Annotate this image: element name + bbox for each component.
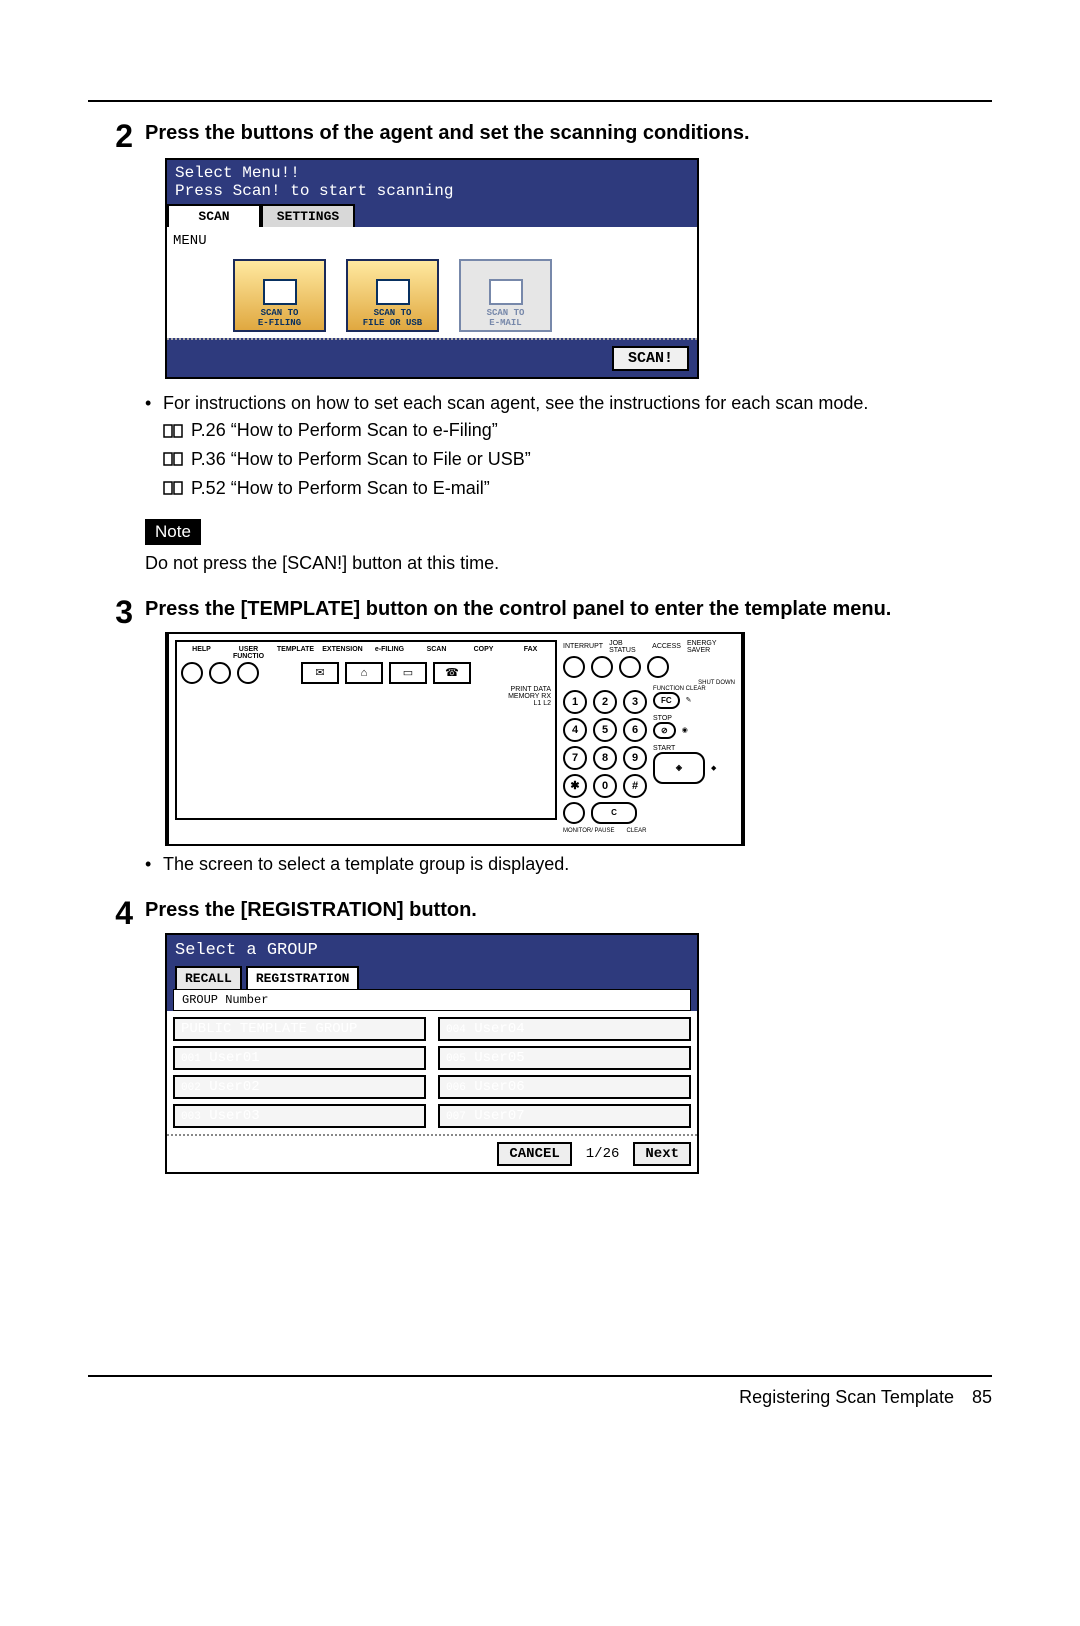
bullet-icon: •	[145, 852, 163, 877]
footer-title: Registering Scan Template	[739, 1387, 954, 1408]
scan-screen-illustration: Select Menu!! Press Scan! to start scann…	[165, 158, 699, 379]
cancel-button[interactable]: CANCEL	[497, 1142, 571, 1166]
book-icon	[163, 481, 183, 495]
step-heading: Press the buttons of the agent and set t…	[145, 120, 992, 146]
clear-button[interactable]: C	[591, 802, 637, 824]
keypad-6[interactable]: 6	[623, 718, 647, 742]
group-item[interactable]: 001 User01	[173, 1046, 426, 1070]
group-item[interactable]: 007 User07	[438, 1104, 691, 1128]
scan-screen-title1: Select Menu!!	[175, 164, 689, 182]
step-heading: Press the [TEMPLATE] button on the contr…	[145, 596, 992, 622]
copy-mode-button[interactable]: ▭	[389, 662, 427, 684]
step-number: 4	[88, 897, 145, 1184]
bullet-text: The screen to select a template group is…	[163, 852, 569, 877]
template-button[interactable]	[237, 662, 259, 684]
reference-row: P.52 “How to Perform Scan to E-mail”	[163, 474, 992, 503]
bullet-icon: •	[145, 391, 163, 416]
keypad-star[interactable]: ✱	[563, 774, 587, 798]
bullet-text: For instructions on how to set each scan…	[163, 391, 868, 416]
page-number: 85	[972, 1387, 992, 1408]
scan-to-email-button[interactable]: SCAN TO E-MAIL	[459, 259, 552, 332]
group-number-label: GROUP Number	[173, 989, 691, 1011]
reference-row: P.26 “How to Perform Scan to e-Filing”	[163, 416, 992, 445]
note-badge: Note	[145, 519, 201, 545]
reference-row: P.36 “How to Perform Scan to File or USB…	[163, 445, 992, 474]
scan-mode-button[interactable]: ⌂	[345, 662, 383, 684]
keypad-2[interactable]: 2	[593, 690, 617, 714]
group-item[interactable]: 003 User03	[173, 1104, 426, 1128]
keypad-3[interactable]: 3	[623, 690, 647, 714]
scan-screen-title2: Press Scan! to start scanning	[175, 182, 689, 200]
scan-button[interactable]: SCAN!	[612, 346, 689, 371]
tab-recall[interactable]: RECALL	[175, 966, 242, 989]
group-screen-illustration: Select a GROUP RECALL REGISTRATION GROUP…	[165, 933, 699, 1174]
keypad-4[interactable]: 4	[563, 718, 587, 742]
keypad-0[interactable]: 0	[593, 774, 617, 798]
step-number: 2	[88, 120, 145, 576]
start-button[interactable]: ◈	[653, 752, 705, 784]
group-screen-title: Select a GROUP	[167, 935, 697, 966]
menu-label: MENU	[173, 233, 691, 249]
group-item[interactable]: 005 User05	[438, 1046, 691, 1070]
user-functions-button[interactable]	[209, 662, 231, 684]
scan-to-file-usb-button[interactable]: SCAN TO FILE OR USB	[346, 259, 439, 332]
group-item[interactable]: PUBLIC TEMPLATE GROUP	[173, 1017, 426, 1041]
group-item[interactable]: 006 User06	[438, 1075, 691, 1099]
access-button[interactable]	[619, 656, 641, 678]
stop-button[interactable]: ⊘	[653, 722, 676, 739]
book-icon	[163, 424, 183, 438]
control-panel-illustration: HELP USER FUNCTIO TEMPLATE EXTENSION e-F…	[165, 632, 745, 846]
scan-to-efiling-button[interactable]: SCAN TO E-FILING	[233, 259, 326, 332]
keypad-7[interactable]: 7	[563, 746, 587, 770]
monitor-pause-button[interactable]	[563, 802, 585, 824]
step-heading: Press the [REGISTRATION] button.	[145, 897, 992, 923]
step-2: 2 Press the buttons of the agent and set…	[88, 120, 992, 576]
step-number: 3	[88, 596, 145, 877]
next-button[interactable]: Next	[633, 1142, 691, 1166]
keypad-5[interactable]: 5	[593, 718, 617, 742]
group-item[interactable]: 002 User02	[173, 1075, 426, 1099]
efiling-button[interactable]: ✉	[301, 662, 339, 684]
job-status-button[interactable]	[591, 656, 613, 678]
pager-text: 1/26	[586, 1146, 620, 1162]
tab-scan[interactable]: SCAN	[167, 204, 261, 227]
step-3: 3 Press the [TEMPLATE] button on the con…	[88, 596, 992, 877]
note-text: Do not press the [SCAN!] button at this …	[145, 551, 992, 576]
page-footer: Registering Scan Template 85	[88, 1375, 992, 1408]
function-clear-button[interactable]: FC	[653, 692, 680, 709]
book-icon	[163, 452, 183, 466]
tab-registration[interactable]: REGISTRATION	[246, 966, 360, 989]
interrupt-button[interactable]	[563, 656, 585, 678]
pen-icon: ✎	[686, 696, 692, 704]
help-button[interactable]	[181, 662, 203, 684]
step-4: 4 Press the [REGISTRATION] button. Selec…	[88, 897, 992, 1184]
keypad-hash[interactable]: #	[623, 774, 647, 798]
energy-saver-button[interactable]	[647, 656, 669, 678]
keypad-8[interactable]: 8	[593, 746, 617, 770]
tab-settings[interactable]: SETTINGS	[261, 204, 355, 227]
fax-mode-button[interactable]: ☎	[433, 662, 471, 684]
group-item[interactable]: 004 User04	[438, 1017, 691, 1041]
keypad-9[interactable]: 9	[623, 746, 647, 770]
keypad-1[interactable]: 1	[563, 690, 587, 714]
